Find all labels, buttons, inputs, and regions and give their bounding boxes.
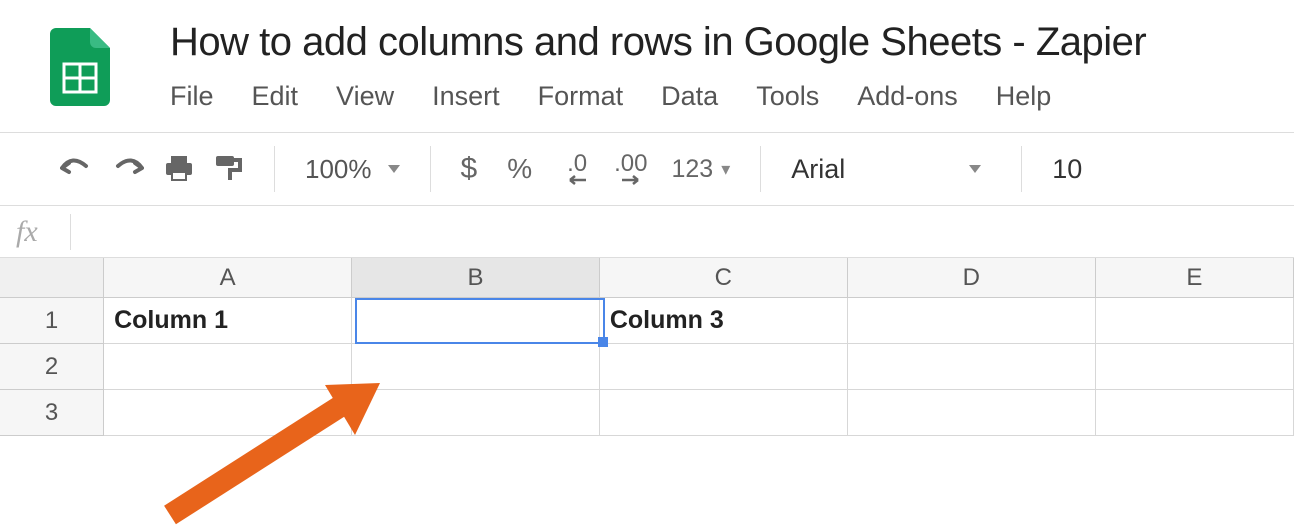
cell-c3[interactable] [600, 390, 848, 436]
menu-data[interactable]: Data [661, 81, 718, 112]
column-header-d[interactable]: D [848, 258, 1096, 297]
chevron-down-icon [969, 165, 981, 173]
row-header-1[interactable]: 1 [0, 298, 104, 344]
menu-help[interactable]: Help [996, 81, 1052, 112]
chevron-down-icon [388, 165, 400, 173]
cell-a3[interactable] [104, 390, 352, 436]
menu-file[interactable]: File [170, 81, 214, 112]
formula-bar: fx [0, 206, 1294, 258]
cell-d2[interactable] [848, 344, 1096, 390]
menu-insert[interactable]: Insert [432, 81, 500, 112]
sheets-icon[interactable] [50, 28, 110, 106]
cell-d1[interactable] [848, 298, 1096, 344]
cell-c2[interactable] [600, 344, 848, 390]
column-header-b[interactable]: B [352, 258, 600, 297]
select-all-corner[interactable] [0, 258, 104, 297]
redo-button[interactable] [112, 149, 144, 189]
paint-format-button[interactable] [214, 149, 244, 189]
menu-edit[interactable]: Edit [252, 81, 299, 112]
row-header-2[interactable]: 2 [0, 344, 104, 390]
cell-e1[interactable] [1096, 298, 1294, 344]
currency-button[interactable]: $ [461, 149, 478, 189]
cell-e2[interactable] [1096, 344, 1294, 390]
column-header-e[interactable]: E [1096, 258, 1294, 297]
font-select[interactable]: Arial [791, 154, 991, 185]
fx-icon: fx [16, 215, 70, 249]
column-header-a[interactable]: A [104, 258, 352, 297]
menu-format[interactable]: Format [538, 81, 624, 112]
zoom-value: 100% [305, 154, 372, 185]
cell-a1[interactable]: Column 1 [104, 298, 352, 344]
cell-b1[interactable] [352, 298, 600, 344]
cell-b3[interactable] [352, 390, 600, 436]
cell-d3[interactable] [848, 390, 1096, 436]
spreadsheet-grid: A B C D E 1 Column 1 Column 3 2 3 [0, 258, 1294, 436]
toolbar: 100% $ % .0 .00 123 ▾ Arial 10 [0, 132, 1294, 206]
zoom-select[interactable]: 100% [305, 154, 400, 185]
number-format-button[interactable]: 123 ▾ [671, 149, 730, 189]
formula-input[interactable] [81, 219, 1294, 245]
increase-decimal-button[interactable]: .00 [614, 149, 647, 189]
undo-button[interactable] [60, 149, 92, 189]
document-title[interactable]: How to add columns and rows in Google Sh… [170, 20, 1146, 65]
font-size-input[interactable]: 10 [1052, 154, 1082, 185]
menu-addons[interactable]: Add-ons [857, 81, 958, 112]
cell-e3[interactable] [1096, 390, 1294, 436]
decrease-decimal-button[interactable]: .0 [566, 149, 588, 189]
menu-tools[interactable]: Tools [756, 81, 819, 112]
print-button[interactable] [164, 149, 194, 189]
menu-view[interactable]: View [336, 81, 394, 112]
cell-b2[interactable] [352, 344, 600, 390]
row-header-3[interactable]: 3 [0, 390, 104, 436]
percent-button[interactable]: % [507, 149, 532, 189]
cell-c1[interactable]: Column 3 [600, 298, 848, 344]
menu-bar: File Edit View Insert Format Data Tools … [170, 81, 1146, 112]
chevron-down-icon: ▾ [721, 159, 730, 180]
cell-a2[interactable] [104, 344, 352, 390]
column-header-c[interactable]: C [600, 258, 848, 297]
